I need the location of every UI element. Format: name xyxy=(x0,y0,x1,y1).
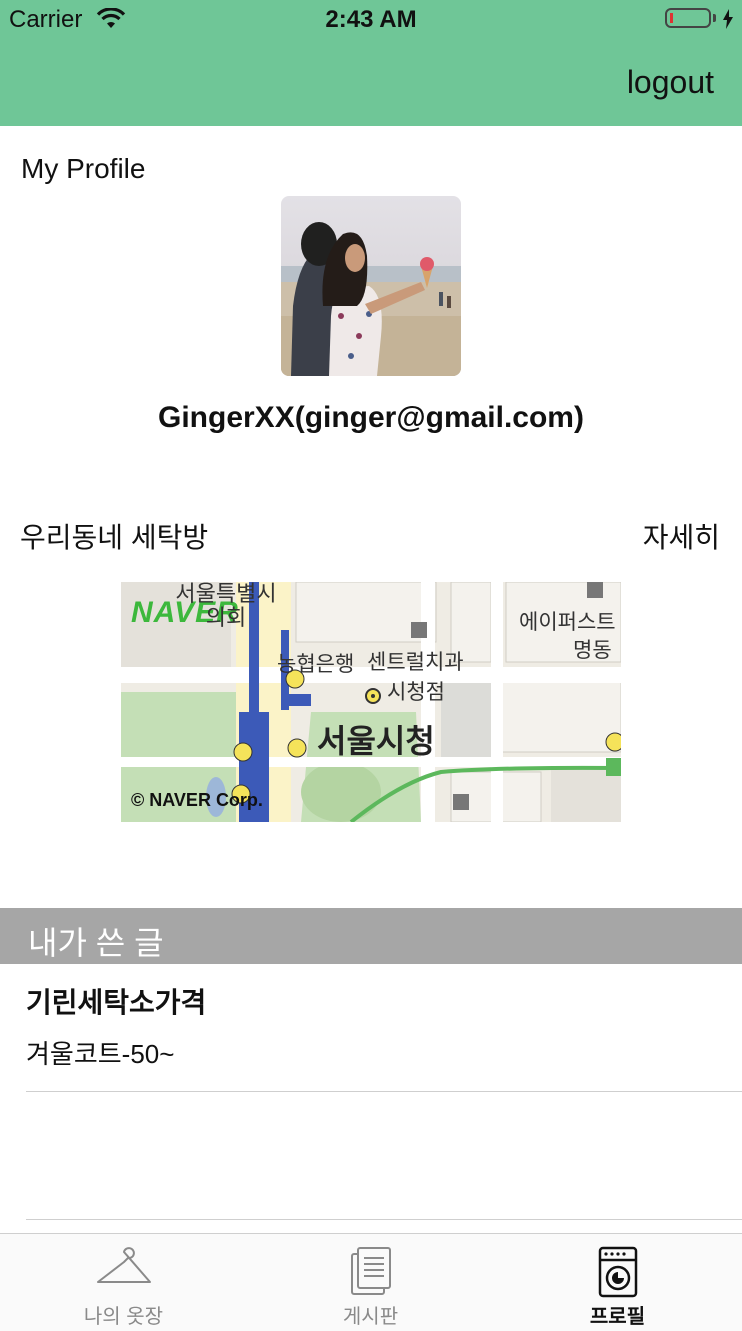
map-copyright: © NAVER Corp. xyxy=(131,790,263,810)
logout-button[interactable]: logout xyxy=(627,64,714,101)
my-posts-header: 내가 쓴 글 xyxy=(0,908,742,964)
tab-closet[interactable]: 나의 옷장 xyxy=(0,1234,247,1331)
list-divider xyxy=(26,1091,742,1092)
washing-machine-icon xyxy=(598,1246,637,1298)
laundry-detail-link[interactable]: 자세히 xyxy=(643,516,720,556)
profile-username: GingerXX(ginger@gmail.com) xyxy=(158,401,584,434)
my-posts-title: 내가 쓴 글 xyxy=(28,925,164,961)
map-label-council: 서울특별시 의회 xyxy=(175,582,277,630)
clock: 2:43 AM xyxy=(325,6,417,33)
map-label-city-hall: 서울시청 xyxy=(317,723,435,759)
tab-closet-label: 나의 옷장 xyxy=(83,1306,164,1328)
list-divider xyxy=(26,1219,742,1220)
battery-cap xyxy=(713,14,716,22)
laundry-map[interactable]: NAVER 서울특별시 의회 농협은행 센트럴치과 시청점 서울시청 에이퍼스트… xyxy=(121,582,621,822)
hanger-icon xyxy=(96,1247,151,1283)
avatar[interactable] xyxy=(281,196,461,376)
charging-icon xyxy=(722,8,734,36)
map-label-apartment: 에이퍼스트 xyxy=(519,611,616,634)
post-subtitle: 겨울코트-50~ xyxy=(26,1039,175,1069)
app-header: Carrier 2:43 AM logout xyxy=(0,0,742,126)
map-label-branch: 시청점 xyxy=(387,681,445,704)
tab-profile-label: 프로필 xyxy=(589,1306,646,1328)
tab-board-label: 게시판 xyxy=(342,1306,399,1328)
tab-bar: 나의 옷장 게시판 프로필 xyxy=(0,1233,742,1331)
tab-board[interactable]: 게시판 xyxy=(247,1234,494,1331)
laundry-section-title: 우리동네 세탁방 xyxy=(20,522,209,553)
profile-section-title: My Profile xyxy=(21,153,146,184)
status-bar: Carrier 2:43 AM xyxy=(0,0,742,40)
map-label-dental: 센트럴치과 xyxy=(367,651,464,674)
map-label-bank: 농협은행 xyxy=(277,653,355,676)
map-label-apartment-2: 명동 xyxy=(573,639,612,662)
post-title: 기린세탁소가격 xyxy=(26,987,207,1018)
battery-icon xyxy=(665,8,711,28)
tab-profile[interactable]: 프로필 xyxy=(494,1234,741,1331)
document-icon xyxy=(350,1247,391,1295)
